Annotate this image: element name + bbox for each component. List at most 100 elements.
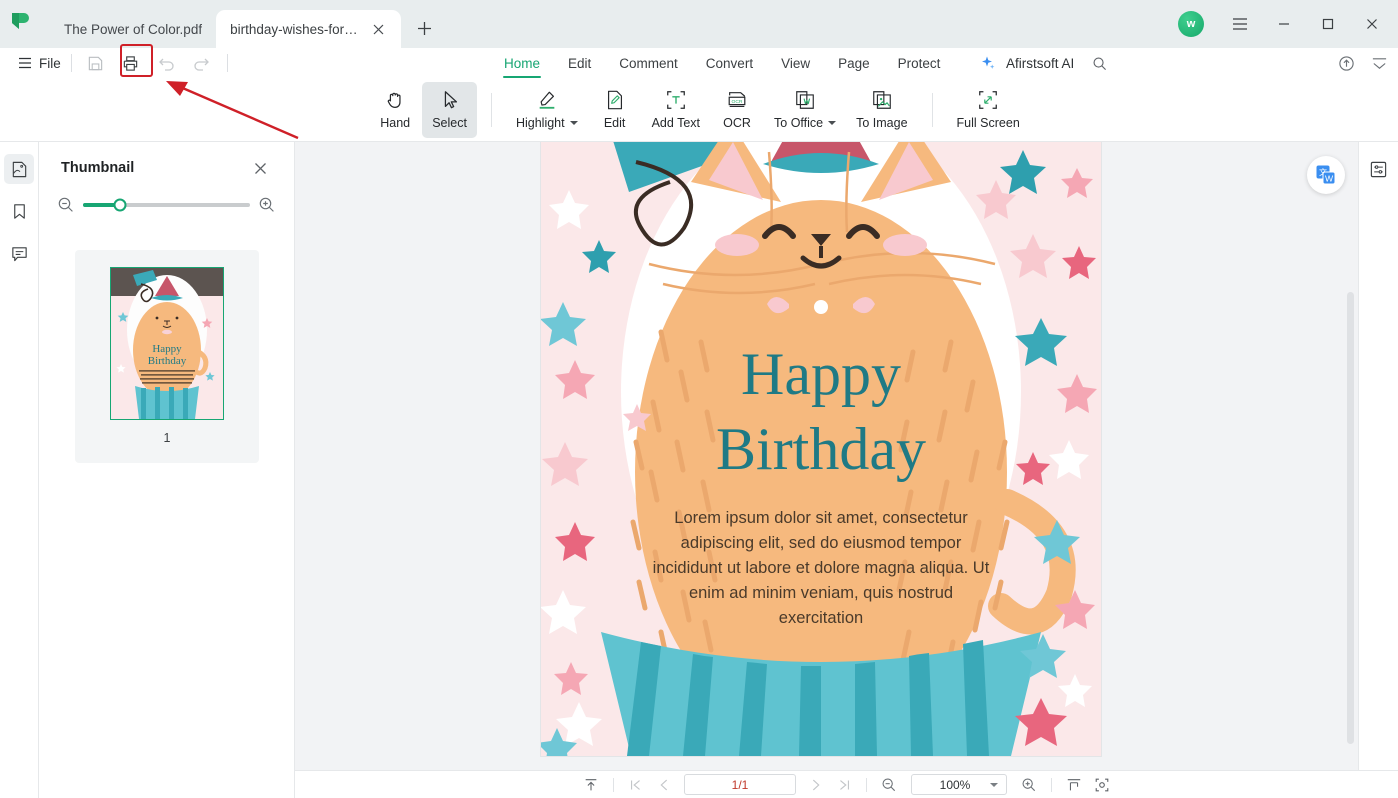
ribbon-label: Edit [603, 116, 626, 130]
right-rail [1358, 142, 1398, 770]
first-page-button[interactable] [622, 774, 650, 796]
edit-document-icon [607, 90, 622, 110]
previous-page-button[interactable] [650, 774, 678, 796]
ribbon-label: Full Screen [956, 116, 1020, 130]
properties-panel-button[interactable] [1364, 154, 1394, 184]
zoom-in-button[interactable] [1015, 774, 1043, 796]
close-icon[interactable] [250, 158, 270, 178]
avatar[interactable]: w [1178, 11, 1204, 37]
collapse-ribbon-icon[interactable] [1371, 55, 1388, 72]
tab-the-power-of-color[interactable]: The Power of Color.pdf [50, 10, 216, 48]
to-office-icon [796, 91, 814, 109]
zoom-out-button[interactable] [875, 774, 903, 796]
highlighter-icon [539, 91, 555, 109]
fit-page-button[interactable] [1088, 774, 1116, 796]
tab-edit[interactable]: Edit [554, 48, 605, 78]
tab-label: Comment [619, 55, 678, 71]
ai-assistant-button[interactable]: Afirstsoft AI [980, 48, 1107, 78]
highlight-tool-button[interactable]: Highlight [506, 82, 588, 138]
redo-button[interactable] [187, 50, 215, 76]
next-page-button[interactable] [802, 774, 830, 796]
maximize-icon[interactable] [1306, 0, 1350, 48]
divider [226, 54, 228, 72]
slider-handle[interactable] [113, 198, 127, 212]
hand-tool-button[interactable]: Hand [368, 82, 422, 138]
minimize-icon[interactable] [1262, 0, 1306, 48]
tab-birthday-wishes[interactable]: birthday-wishes-for-gra... [216, 10, 402, 48]
slider-track[interactable] [83, 198, 250, 212]
thumbnail-icon [12, 161, 26, 177]
tab-label: Edit [568, 55, 592, 71]
fit-width-button[interactable] [1060, 774, 1088, 796]
zoom-in-icon[interactable] [258, 196, 276, 214]
sidebar-item-comment[interactable] [4, 238, 34, 268]
new-tab-button[interactable] [407, 11, 441, 45]
full-screen-button[interactable]: Full Screen [947, 82, 1030, 138]
tab-home[interactable]: Home [490, 48, 554, 78]
tab-comment[interactable]: Comment [605, 48, 692, 78]
zoom-out-icon[interactable] [57, 196, 75, 214]
chevron-down-icon[interactable] [828, 121, 837, 125]
ribbon-label: Hand [380, 116, 411, 130]
scroll-to-top-button[interactable] [577, 774, 605, 796]
menu-icon[interactable] [1218, 0, 1262, 48]
svg-text:Birthday: Birthday [148, 355, 187, 367]
search-icon[interactable] [1092, 56, 1107, 71]
svg-text:OCR: OCR [732, 99, 743, 105]
tab-label: Protect [897, 55, 941, 71]
zoom-level-select[interactable]: 100% [911, 774, 1007, 795]
add-text-button[interactable]: Add Text [642, 82, 710, 138]
status-bar: 1/1 100% [295, 770, 1398, 798]
document-title-line-1: Happy [741, 341, 901, 407]
translate-button[interactable]: 文 W [1307, 156, 1345, 194]
select-tool-button[interactable]: Select [422, 81, 477, 138]
sidebar-item-thumbnail[interactable] [4, 154, 34, 184]
svg-text:W: W [1325, 173, 1334, 183]
cloud-upload-icon[interactable] [1338, 55, 1355, 72]
ocr-button[interactable]: OCR OCR [710, 82, 764, 138]
sidebar-item-bookmark[interactable] [4, 196, 34, 226]
add-text-icon [666, 91, 685, 109]
close-icon[interactable] [369, 20, 387, 38]
page-number-input[interactable]: 1/1 [684, 774, 796, 795]
divider [490, 92, 492, 127]
thumbnail-zoom-slider[interactable] [39, 178, 294, 214]
ribbon-label: To Image [856, 116, 908, 130]
last-page-button[interactable] [830, 774, 858, 796]
tab-label: Home [504, 55, 541, 71]
close-icon[interactable] [1350, 0, 1394, 48]
app-logo-icon [0, 0, 40, 48]
ribbon-label: Add Text [651, 116, 701, 130]
fullscreen-icon [979, 91, 998, 109]
svg-text:Happy: Happy [152, 343, 182, 355]
undo-button[interactable] [153, 50, 181, 76]
print-button[interactable] [117, 50, 145, 76]
document-body-text: Lorem ipsum dolor sit amet, consectetur … [652, 509, 990, 627]
thumbnail-page-item[interactable]: Happy Birthday 1 [75, 250, 259, 463]
tab-label: Page [838, 55, 870, 71]
tab-view[interactable]: View [767, 48, 824, 78]
document-title-line-2: Birthday [716, 416, 926, 482]
file-menu-button[interactable]: File [18, 56, 61, 71]
window-controls: w [1178, 0, 1398, 48]
edit-tool-button[interactable]: Edit [588, 82, 642, 138]
tab-convert[interactable]: Convert [692, 48, 767, 78]
to-image-button[interactable]: To Image [846, 82, 917, 138]
vertical-scrollbar[interactable] [1347, 292, 1354, 744]
menu-row: File Home Edit Comment Convert View Page… [0, 48, 1398, 78]
tab-protect[interactable]: Protect [884, 48, 955, 78]
to-image-icon [873, 91, 891, 109]
hamburger-icon [19, 57, 31, 69]
document-viewport[interactable]: Happy Birthday Lorem ipsum dolor sit ame… [295, 142, 1358, 770]
chevron-down-icon[interactable] [990, 782, 998, 787]
translate-icon: 文 W [1316, 165, 1336, 185]
tab-page[interactable]: Page [824, 48, 884, 78]
sliders-icon [1370, 161, 1387, 177]
ribbon-label: OCR [723, 116, 751, 130]
tab-label: The Power of Color.pdf [64, 21, 203, 37]
save-button[interactable] [82, 50, 110, 76]
ocr-icon: OCR [728, 92, 746, 108]
chevron-down-icon[interactable] [569, 121, 578, 125]
to-office-button[interactable]: To Office [764, 82, 846, 138]
zoom-level-value: 100% [939, 777, 971, 792]
